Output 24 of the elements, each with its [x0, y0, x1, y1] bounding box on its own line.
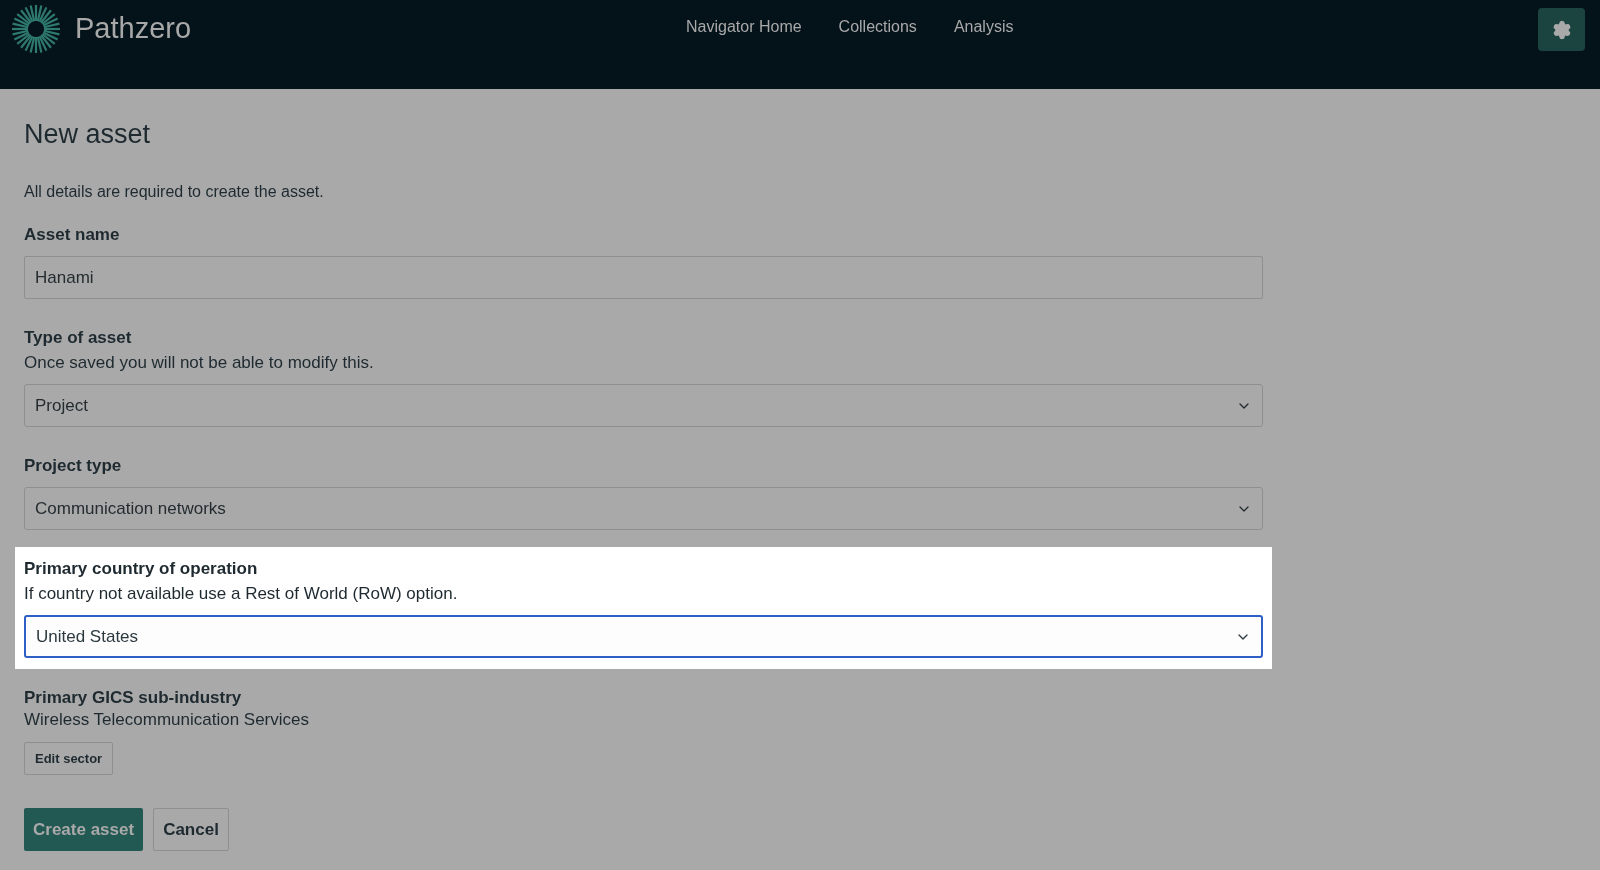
field-label: Primary GICS sub-industry — [24, 687, 242, 709]
field-hint: If country not available use a Rest of World (RoW) option. — [24, 583, 459, 605]
brand-name: Pathzero — [75, 11, 192, 47]
sub-industry-value: Wireless Telecommunication Services — [24, 709, 309, 731]
field-label: Asset name — [24, 224, 121, 246]
nav-link[interactable]: Navigator Home — [686, 15, 802, 39]
field-label: Primary country of operation — [24, 558, 259, 580]
nav-link[interactable]: Collections — [838, 15, 917, 39]
select-dropdown[interactable]: Communication networks — [24, 487, 1263, 530]
nav-link[interactable]: Analysis — [953, 15, 1014, 39]
select-dropdown[interactable]: United States — [24, 615, 1263, 658]
field-hint: Once saved you will not be able to modify this. — [24, 352, 375, 374]
form-action-button[interactable]: Create asset — [24, 808, 144, 851]
sunburst-logo-icon — [11, 4, 61, 54]
field-label: Type of asset — [24, 327, 133, 349]
text-input[interactable]: Hanami — [24, 256, 1263, 299]
settings-icon — [1551, 19, 1572, 40]
form-action-button[interactable]: Cancel — [153, 808, 229, 851]
settings-button[interactable] — [1538, 8, 1585, 51]
field-label: Project type — [24, 455, 123, 477]
edit-sector-button[interactable]: Edit sector — [24, 742, 114, 775]
page-title: New asset — [24, 118, 151, 151]
intro-text: All details are required to create the asset. — [24, 182, 324, 202]
select-dropdown[interactable]: Project — [24, 384, 1263, 427]
